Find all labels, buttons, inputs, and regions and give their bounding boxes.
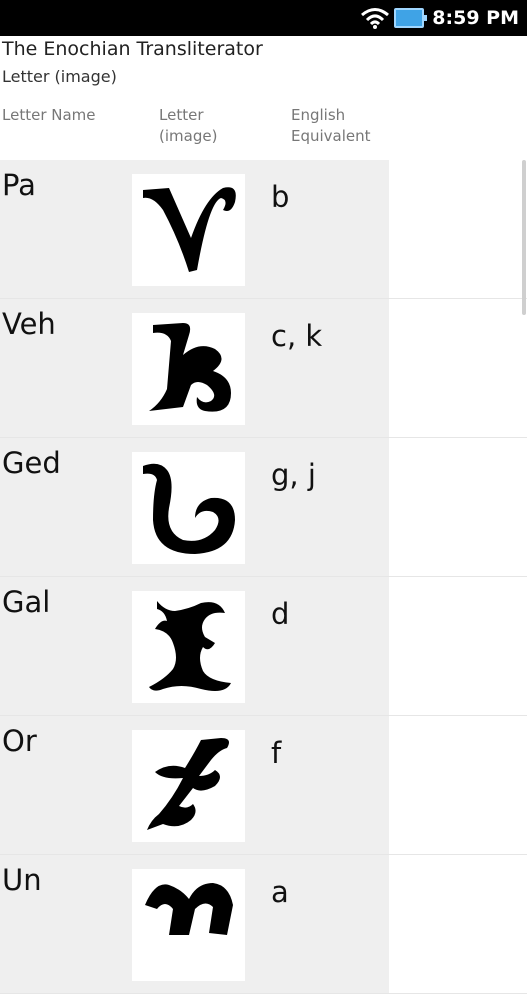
status-bar: 8:59 PM (0, 0, 527, 36)
app-title: The Enochian Transliterator (2, 38, 263, 60)
letter-image (132, 730, 245, 842)
letter-name: Or (2, 724, 37, 758)
column-header-letter-image: Letter (image) (159, 106, 218, 145)
wifi-icon (361, 8, 390, 29)
un-letter-icon (144, 883, 233, 935)
table-row[interactable]: Or f (0, 716, 527, 855)
letter-image (132, 452, 245, 564)
letter-image (132, 869, 245, 981)
english-equivalent: c, k (271, 319, 323, 353)
pa-letter-icon (142, 187, 236, 272)
letter-name: Gal (2, 585, 51, 619)
english-equivalent: f (271, 736, 282, 770)
letter-image (132, 313, 245, 425)
english-equivalent: b (271, 180, 290, 214)
english-equivalent: g, j (271, 458, 316, 492)
letter-image (132, 591, 245, 703)
letter-name: Veh (2, 307, 56, 341)
letter-name: Ged (2, 446, 61, 480)
veh-letter-icon (148, 323, 231, 412)
battery-icon (394, 8, 428, 28)
letter-name: Pa (2, 168, 36, 202)
ged-letter-icon (142, 463, 235, 554)
or-letter-icon (146, 738, 229, 830)
scrollbar[interactable] (522, 160, 526, 315)
gal-letter-icon (148, 601, 231, 691)
english-equivalent: a (271, 875, 289, 909)
column-header-english-equivalent: English Equivalent (291, 106, 371, 145)
english-equivalent: d (271, 597, 290, 631)
table-row[interactable]: Ged g, j (0, 438, 527, 577)
table-row[interactable]: Gal d (0, 577, 527, 716)
status-time: 8:59 PM (432, 7, 519, 29)
page-subtitle: Letter (image) (2, 67, 117, 86)
table-row[interactable]: Pa b (0, 160, 527, 299)
table-row[interactable]: Un a (0, 855, 527, 994)
table-row[interactable]: Veh c, k (0, 299, 527, 438)
letter-image (132, 174, 245, 286)
letters-table: Pa b Veh c, k Ged g, j Gal d Or f Un a (0, 160, 527, 994)
column-header-letter-name: Letter Name (2, 106, 96, 124)
letter-name: Un (2, 863, 42, 897)
